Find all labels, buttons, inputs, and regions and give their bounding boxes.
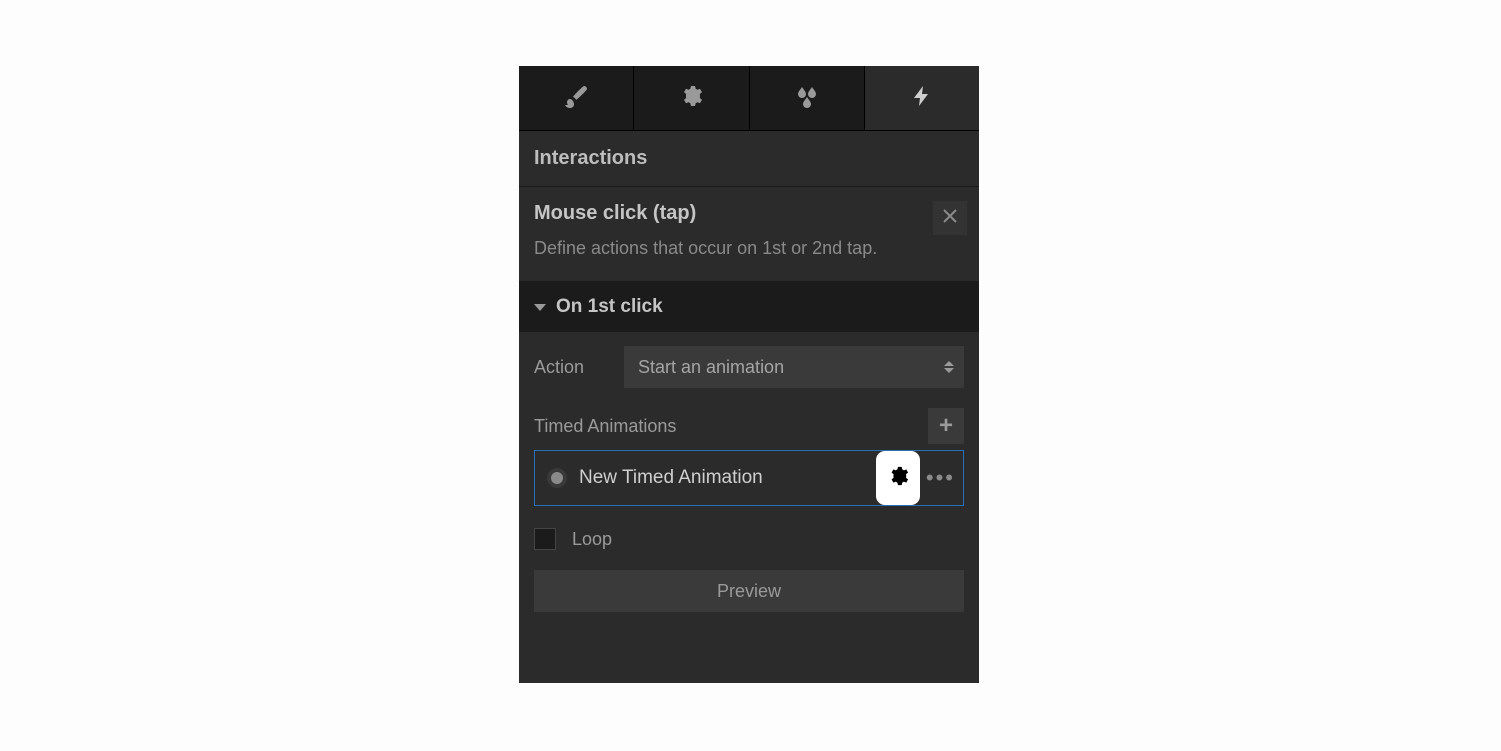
tab-interactions[interactable] (865, 66, 979, 130)
add-animation-button[interactable]: + (928, 408, 964, 444)
animation-name: New Timed Animation (579, 467, 763, 489)
lightning-icon (910, 84, 934, 113)
gear-icon (679, 84, 703, 113)
preview-button-label: Preview (717, 581, 781, 602)
animations-header: Timed Animations + (534, 408, 964, 444)
trigger-description: Define actions that occur on 1st or 2nd … (534, 235, 914, 261)
animation-row[interactable]: New Timed Animation ••• (534, 450, 964, 506)
loop-label: Loop (572, 529, 612, 550)
action-select[interactable]: Start an animation (624, 346, 964, 388)
disclosure-on-1st-click[interactable]: On 1st click (519, 282, 979, 332)
edit-animation-button[interactable] (877, 452, 919, 504)
brush-icon (564, 84, 588, 113)
animations-label: Timed Animations (534, 416, 676, 437)
tab-settings[interactable] (634, 66, 749, 130)
more-icon: ••• (926, 465, 955, 490)
loop-checkbox[interactable] (534, 528, 556, 550)
droplets-icon (795, 84, 819, 113)
section-title: Interactions (519, 131, 979, 187)
loop-row: Loop (534, 528, 964, 550)
close-icon (942, 208, 958, 229)
gear-icon (887, 465, 909, 492)
panel-tabbar (519, 66, 979, 131)
trigger-title: Mouse click (tap) (534, 202, 964, 225)
animation-dot-icon (551, 472, 563, 484)
action-label: Action (534, 357, 624, 378)
disclosure-label: On 1st click (556, 296, 663, 318)
animation-more-button[interactable]: ••• (926, 465, 955, 491)
trigger-block: Mouse click (tap) Define actions that oc… (519, 187, 979, 282)
action-row: Action Start an animation (534, 346, 964, 388)
interactions-panel: Interactions Mouse click (tap) Define ac… (519, 66, 979, 683)
action-select-value: Start an animation (638, 357, 784, 378)
tab-effects[interactable] (750, 66, 865, 130)
preview-button[interactable]: Preview (534, 570, 964, 612)
tab-style[interactable] (519, 66, 634, 130)
remove-trigger-button[interactable] (933, 201, 967, 235)
disclosure-body: Action Start an animation Timed Animatio… (519, 332, 979, 630)
select-arrows-icon (944, 361, 954, 373)
caret-down-icon (534, 304, 546, 311)
